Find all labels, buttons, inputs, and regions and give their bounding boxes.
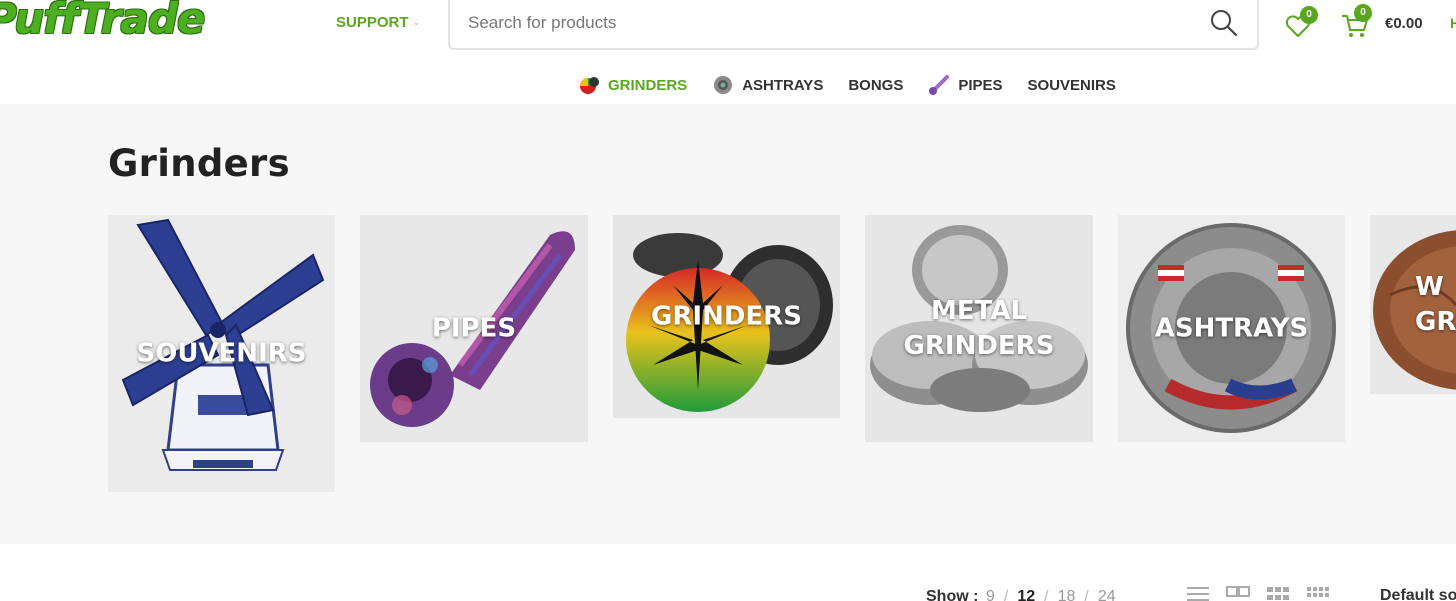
nav-item-bongs[interactable]: BONGS — [848, 77, 903, 94]
pipe-thumb-icon — [929, 75, 950, 95]
cart-total[interactable]: €0.00 — [1385, 15, 1423, 32]
category-card-pipes[interactable]: PIPES — [360, 215, 588, 442]
grid-2-icon[interactable] — [1226, 586, 1252, 601]
per-page-18[interactable]: 18 — [1058, 588, 1076, 601]
nav-item-pipes[interactable]: PIPES — [928, 74, 1003, 96]
cart-count-badge: 0 — [1354, 4, 1372, 22]
wishlist-count-badge: 0 — [1300, 6, 1318, 24]
category-card-label: SOUVENIRS — [136, 338, 307, 368]
category-card-wood-grinders[interactable]: W GR — [1370, 215, 1456, 394]
per-page-separator: / — [1003, 588, 1009, 601]
per-page-12[interactable]: 12 — [1017, 588, 1035, 601]
category-card-label: GRINDERS — [651, 301, 802, 331]
grinder-thumb-icon — [580, 77, 599, 94]
per-page-separator: / — [1084, 588, 1089, 601]
category-card-ashtrays[interactable]: ASHTRAYS — [1118, 215, 1345, 442]
per-page-separator: / — [1044, 588, 1049, 601]
per-page-24[interactable]: 24 — [1098, 588, 1116, 601]
ashtray-thumb-icon — [714, 76, 733, 94]
site-header: PuffTrade SUPPORT ⌄ 0 0 €0.00 H GRINDERS… — [0, 0, 1456, 104]
search-bar — [448, 0, 1259, 50]
category-card-label: W GR — [1415, 271, 1456, 337]
chevron-down-icon: ⌄ — [412, 17, 421, 27]
site-logo[interactable]: PuffTrade — [0, 0, 205, 43]
category-card-souvenirs[interactable]: SOUVENIRS — [108, 215, 335, 492]
category-card-label: METAL GRINDERS — [903, 295, 1055, 361]
nav-item-label: PIPES — [958, 76, 1003, 94]
nav-item-label: SOUVENIRS — [1027, 76, 1116, 94]
view-mode-switcher — [1186, 586, 1332, 601]
support-menu[interactable]: SUPPORT ⌄ — [336, 14, 420, 31]
search-icon[interactable] — [1209, 8, 1239, 38]
category-card-label: PIPES — [431, 313, 517, 343]
category-hero: Grinders SOUVENIRS PIPES GRINDERS METAL … — [0, 104, 1456, 544]
nav-item-souvenirs[interactable]: SOUVENIRS — [1028, 77, 1116, 94]
search-input[interactable] — [450, 0, 1170, 46]
header-link-cutoff[interactable]: H — [1450, 15, 1456, 31]
category-card-metal-grinders[interactable]: METAL GRINDERS — [865, 215, 1093, 442]
show-label: Show : — [926, 588, 979, 601]
list-view-icon[interactable] — [1186, 586, 1212, 601]
per-page-9[interactable]: 9 — [986, 588, 995, 601]
grid-3-icon[interactable] — [1266, 586, 1292, 601]
category-card-grinders[interactable]: GRINDERS — [613, 215, 840, 418]
sort-dropdown[interactable]: Default sorting — [1380, 587, 1456, 601]
nav-item-ashtrays[interactable]: ASHTRAYS — [712, 74, 823, 96]
category-card-label: ASHTRAYS — [1154, 313, 1309, 343]
nav-item-grinders[interactable]: GRINDERS — [578, 74, 687, 96]
per-page-selector: 9 / 12 / 18 / 24 — [986, 588, 1116, 601]
nav-item-label: BONGS — [848, 76, 904, 94]
page-title: Grinders — [108, 142, 290, 185]
category-nav: GRINDERS ASHTRAYS BONGS PIPES SOUVENIRS — [578, 72, 1116, 98]
nav-item-label: GRINDERS — [608, 76, 688, 94]
cart-button[interactable]: 0 — [1340, 4, 1374, 40]
grid-4-icon[interactable] — [1306, 586, 1332, 601]
shop-toolbar: Show : 9 / 12 / 18 / 24 Default sorting — [0, 544, 1456, 601]
wishlist-button[interactable]: 0 — [1284, 6, 1318, 40]
nav-item-label: ASHTRAYS — [742, 76, 824, 94]
support-label: SUPPORT — [336, 14, 409, 31]
